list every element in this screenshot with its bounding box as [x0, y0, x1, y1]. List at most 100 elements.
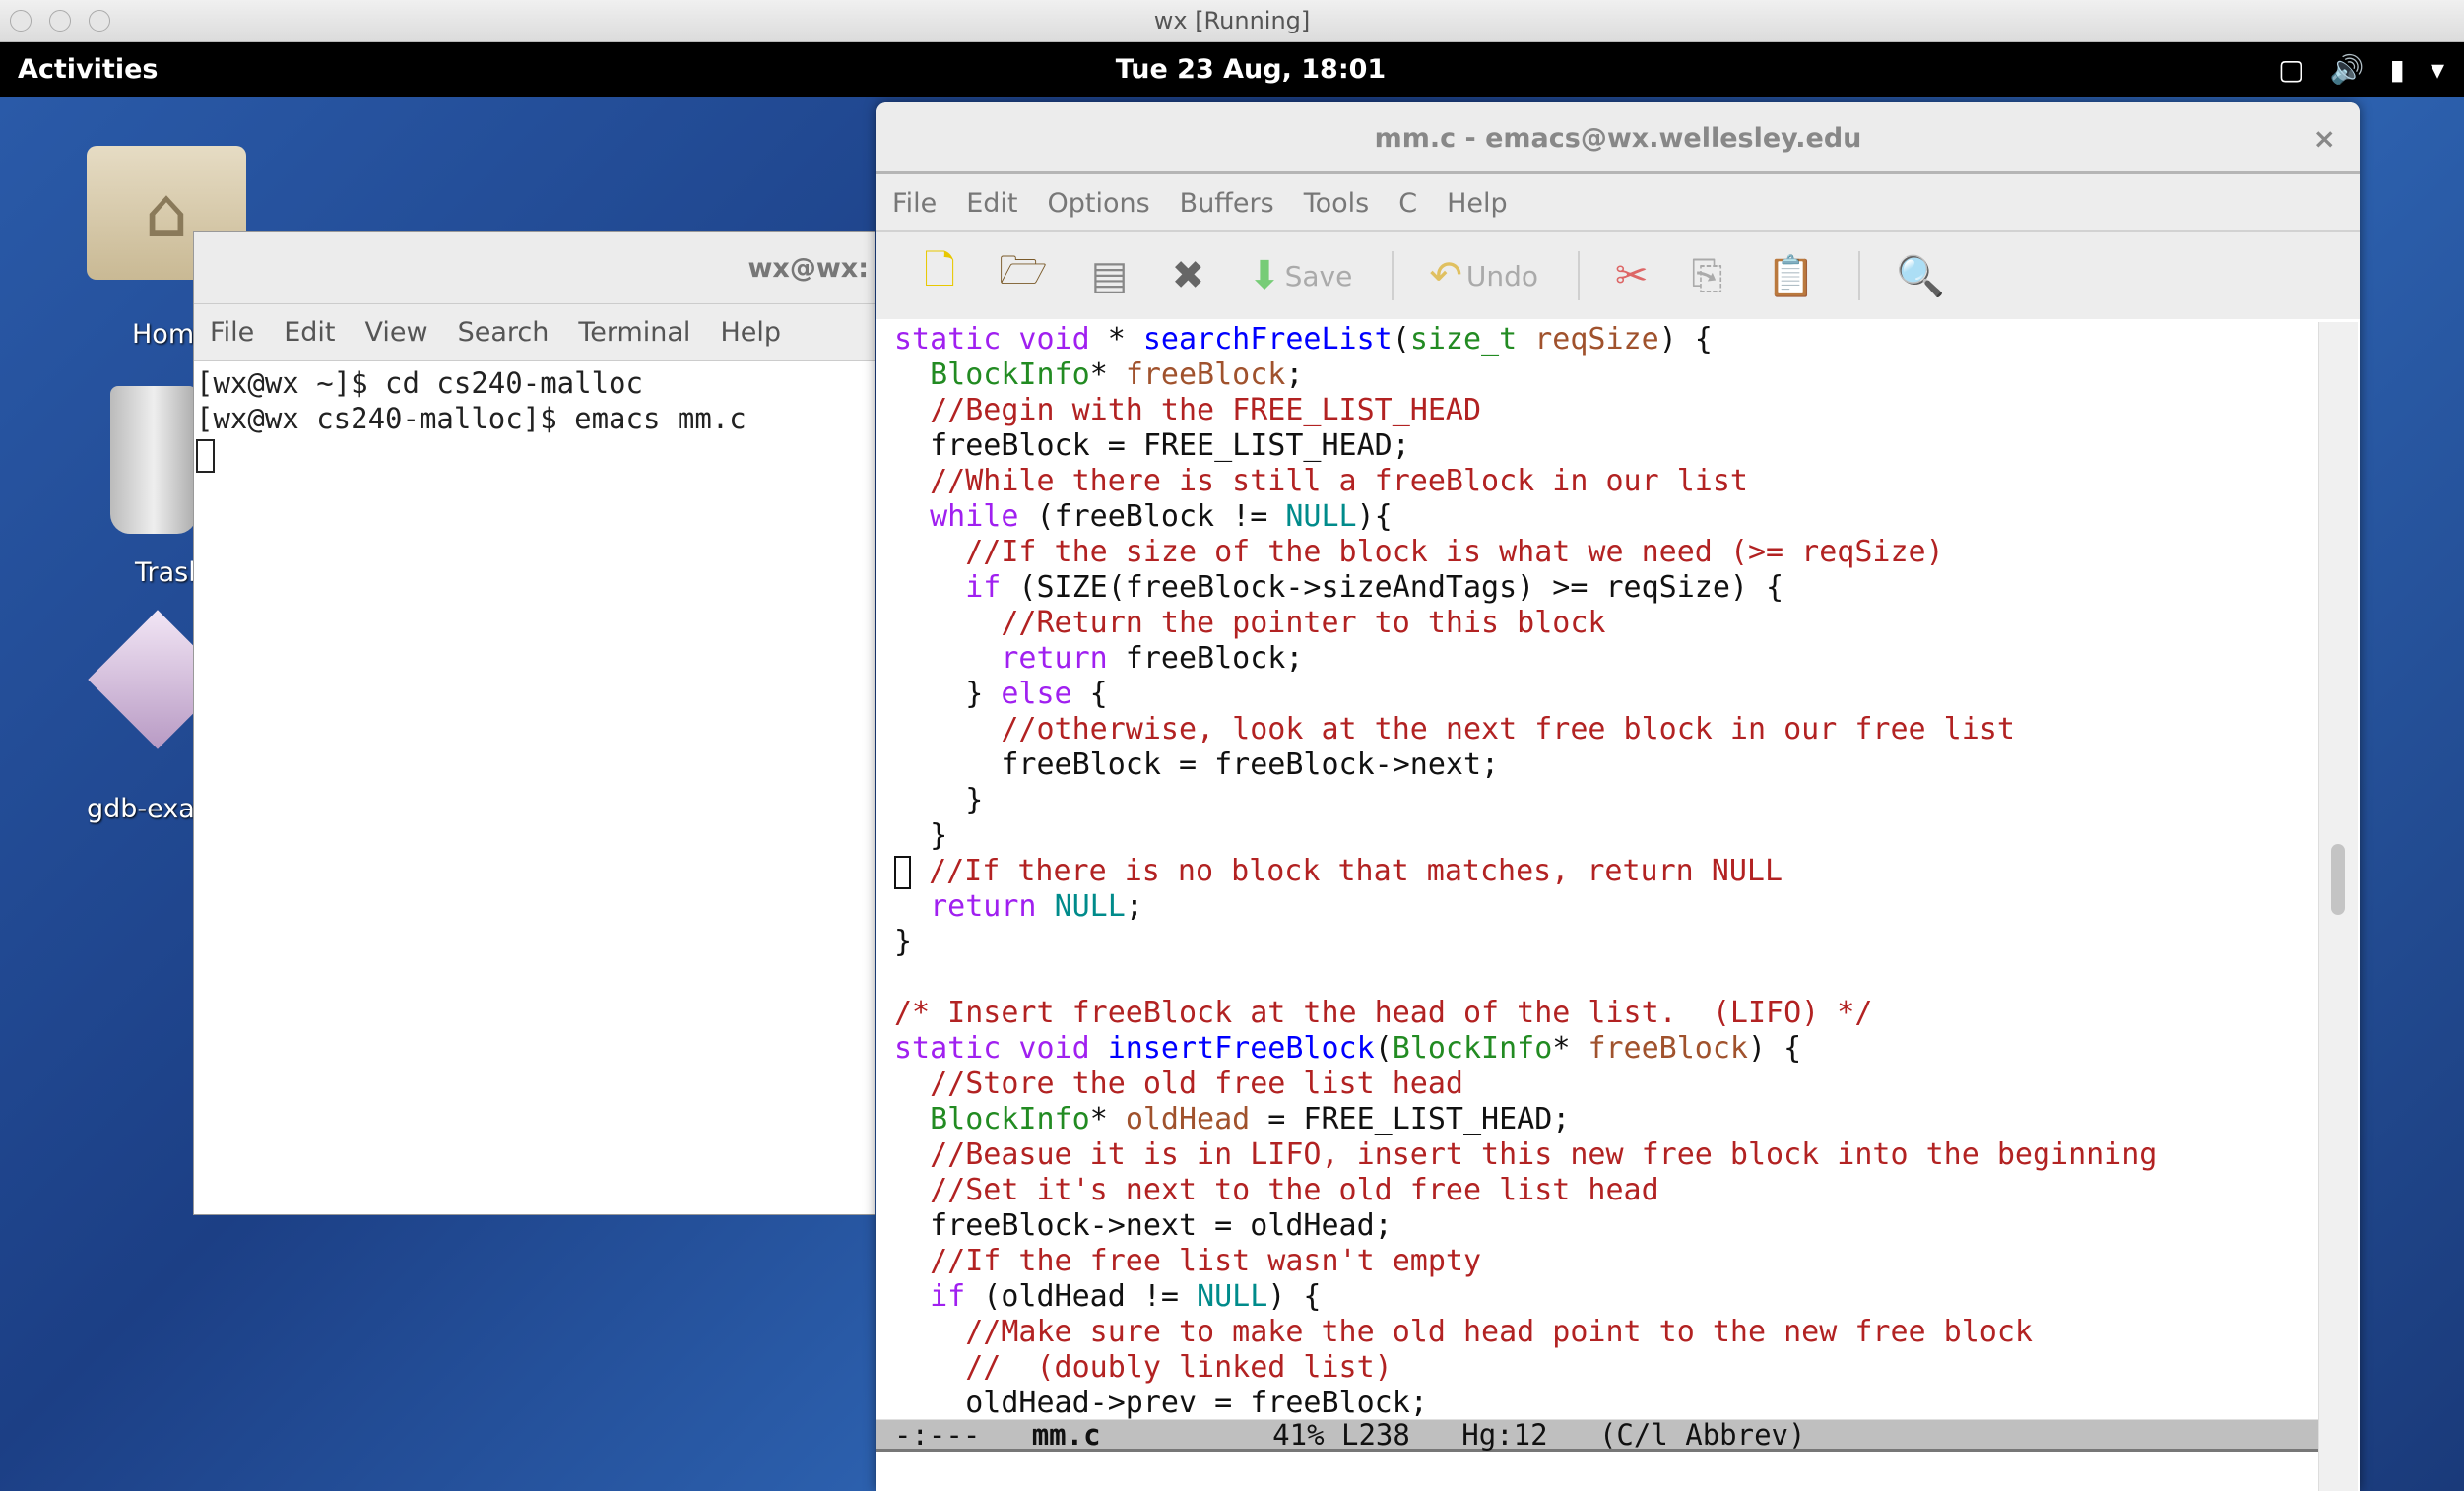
cut-button[interactable]: ✂	[1615, 246, 1653, 305]
code-line: //Beasue it is in LIFO, insert this new …	[894, 1137, 2204, 1173]
type: size_t	[1409, 322, 1518, 357]
close-dot[interactable]	[10, 10, 32, 32]
window-icon[interactable]: ▢	[2278, 42, 2303, 97]
scrollbar[interactable]	[2318, 322, 2358, 1491]
save-icon: ⬇	[1248, 253, 1281, 298]
emacs-window[interactable]: mm.c - emacs@wx.wellesley.edu × File Edit…	[876, 102, 2360, 1491]
terminal-menu-help[interactable]: Help	[720, 304, 781, 360]
search-button[interactable]: 🔍	[1896, 246, 1949, 305]
menu-buffers[interactable]: Buffers	[1180, 174, 1274, 230]
terminal-window[interactable]: wx@wx: File Edit View Search Terminal He…	[193, 231, 875, 1215]
code-line: if (oldHead != NULL) {	[894, 1279, 2204, 1315]
code-line: BlockInfo* oldHead = FREE_LIST_HEAD;	[894, 1102, 2204, 1137]
code-line: //While there is still a freeBlock in ou…	[894, 464, 2204, 499]
terminal-title: wx@wx:	[194, 232, 875, 304]
constant: NULL	[1285, 499, 1357, 534]
code-line: if (SIZE(freeBlock->sizeAndTags) >= reqS…	[894, 570, 2204, 606]
code-text: {	[1071, 677, 1108, 711]
code-text: (oldHead !=	[965, 1279, 1198, 1314]
code-line: while (freeBlock != NULL){	[894, 499, 2204, 535]
new-file-button[interactable]: 🗋	[924, 246, 959, 305]
save-cabinet-button[interactable]: ▤	[1091, 246, 1133, 305]
code-line: // (doubly linked list)	[894, 1350, 2204, 1386]
desktop-label-home[interactable]: Hom	[132, 319, 194, 350]
menu-options[interactable]: Options	[1047, 174, 1149, 230]
comment: //Return the pointer to this block	[1001, 606, 1606, 640]
open-file-button[interactable]: 🗁	[999, 246, 1052, 305]
code-line: freeBlock->next = oldHead;	[894, 1208, 2204, 1244]
desktop-label-gdb[interactable]: gdb-exa	[87, 794, 195, 824]
code-text: ) {	[1748, 1031, 1802, 1066]
host-window-titlebar: wx [Running]	[0, 0, 2464, 42]
variable-name: freeBlock	[1125, 357, 1286, 392]
code-line: //otherwise, look at the next free block…	[894, 712, 2204, 747]
minimize-dot[interactable]	[49, 10, 71, 32]
close-icon[interactable]: ×	[2313, 102, 2336, 174]
variable-name: freeBlock	[1588, 1031, 1748, 1066]
save-label: Save	[1284, 259, 1353, 292]
file-cabinet-icon: ▤	[1090, 253, 1129, 298]
code-text: freeBlock = FREE_LIST_HEAD;	[894, 428, 1410, 463]
copy-button[interactable]: ⎘	[1692, 246, 1727, 305]
code-text: freeBlock->next = oldHead;	[894, 1208, 1393, 1243]
scrollbar-thumb[interactable]	[2331, 844, 2345, 915]
clock[interactable]: Tue 23 Aug, 18:01	[0, 42, 2464, 97]
undo-label: Undo	[1465, 259, 1539, 292]
undo-button[interactable]: ↶ Undo	[1429, 246, 1538, 305]
code-text: *	[1552, 1031, 1589, 1066]
close-buffer-button[interactable]: ✖	[1172, 246, 1209, 305]
save-button[interactable]: ⬇ Save	[1248, 246, 1352, 305]
comment: /* Insert freeBlock at the head of the l…	[894, 996, 1873, 1030]
search-icon: 🔍	[1896, 253, 1946, 299]
code-text: }	[894, 677, 1002, 711]
comment: //While there is still a freeBlock in ou…	[930, 464, 1748, 498]
code-line: return NULL;	[894, 889, 2204, 925]
code-line: freeBlock = FREE_LIST_HEAD;	[894, 428, 2204, 464]
terminal-menu-file[interactable]: File	[210, 304, 254, 360]
text-cursor	[894, 855, 911, 889]
volume-icon[interactable]: 🔊	[2330, 42, 2365, 97]
terminal-menu-terminal[interactable]: Terminal	[578, 304, 690, 360]
desktop-label-trash[interactable]: Trasl	[135, 557, 196, 588]
host-window-title: wx [Running]	[1153, 7, 1311, 34]
constant: NULL	[1197, 1279, 1268, 1314]
comment: //otherwise, look at the next free block…	[1001, 712, 2015, 746]
menu-tools[interactable]: Tools	[1304, 174, 1370, 230]
type: BlockInfo	[1392, 1031, 1553, 1066]
menu-edit[interactable]: Edit	[966, 174, 1017, 230]
code-line: //If there is no block that matches, ret…	[894, 854, 2204, 889]
terminal-menu-search[interactable]: Search	[458, 304, 550, 360]
emacs-menubar: File Edit Options Buffers Tools C Help	[876, 174, 2360, 232]
modeline-mode: (C/l Abbrev)	[1598, 1418, 1806, 1452]
menu-file[interactable]: File	[892, 174, 937, 230]
code-line: static void insertFreeBlock(BlockInfo* f…	[894, 1031, 2204, 1067]
terminal-output[interactable]: [wx@wx ~]$ cd cs240-malloc [wx@wx cs240-m…	[194, 361, 875, 477]
terminal-menu-edit[interactable]: Edit	[284, 304, 335, 360]
trash-icon[interactable]	[110, 386, 197, 534]
code-text: }	[894, 783, 984, 817]
code-text: ;	[1125, 889, 1143, 924]
open-folder-icon: 🗁	[999, 248, 1048, 293]
code-editor[interactable]: static void * searchFreeList(size_t reqS…	[894, 322, 2204, 1419]
terminal-menu-view[interactable]: View	[364, 304, 427, 360]
chevron-down-icon[interactable]: ▾	[2431, 42, 2444, 97]
battery-icon[interactable]: ▮	[2390, 42, 2405, 97]
code-text: = FREE_LIST_HEAD;	[1250, 1102, 1571, 1136]
clipboard-icon: 📋	[1766, 253, 1816, 299]
paste-button[interactable]: 📋	[1767, 246, 1820, 305]
code-line: BlockInfo* freeBlock;	[894, 357, 2204, 393]
menu-help[interactable]: Help	[1447, 174, 1508, 230]
emacs-toolbar: 🗋 🗁 ▤ ✖ ⬇ Save ↶ Undo ✂ ⎘ 📋 🔍	[876, 232, 2360, 319]
code-line: freeBlock = freeBlock->next;	[894, 747, 2204, 783]
code-line: static void * searchFreeList(size_t reqS…	[894, 322, 2204, 357]
zoom-dot[interactable]	[89, 10, 110, 32]
menu-c[interactable]: C	[1398, 174, 1417, 230]
